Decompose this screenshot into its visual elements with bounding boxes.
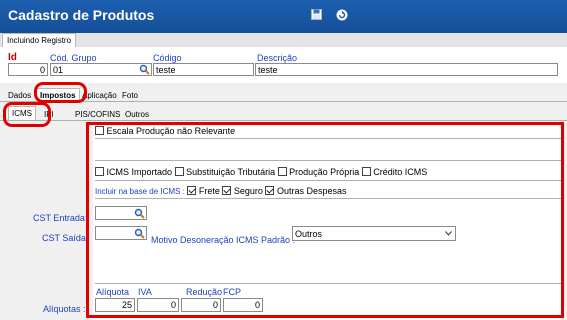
save-icon [311, 9, 322, 20]
grupo-value: 01 [53, 65, 64, 75]
window-title: Cadastro de Produtos [8, 7, 155, 23]
refresh-icon [336, 9, 347, 20]
mode-tab[interactable]: Incluindo Registro [2, 33, 77, 47]
descricao-field[interactable]: teste [255, 63, 558, 76]
codigo-label: Código [153, 53, 182, 63]
id-field[interactable]: 0 [8, 63, 48, 76]
impostos-tab-highlight [34, 82, 87, 103]
refresh-button[interactable] [334, 7, 349, 22]
id-label: Id [8, 52, 17, 63]
save-button[interactable] [309, 7, 324, 22]
aliquotas-label: Alíquotas : [43, 304, 86, 314]
icms-section-highlight [86, 122, 564, 318]
grupo-label: Cód. Grupo [50, 53, 97, 63]
cst-saida-label: CST Saída: [42, 233, 89, 243]
zoom-icon[interactable] [139, 64, 150, 75]
sub-tabs-divider [0, 120, 567, 121]
mode-tab-bar [0, 33, 567, 48]
icms-tab-highlight [3, 102, 51, 127]
codigo-field[interactable]: teste [153, 63, 254, 76]
grupo-field[interactable]: 01 [50, 63, 152, 76]
cst-entrada-label: CST Entrada: [33, 213, 88, 223]
descricao-label: Descrição [257, 53, 298, 63]
main-tabs-divider [0, 101, 567, 102]
